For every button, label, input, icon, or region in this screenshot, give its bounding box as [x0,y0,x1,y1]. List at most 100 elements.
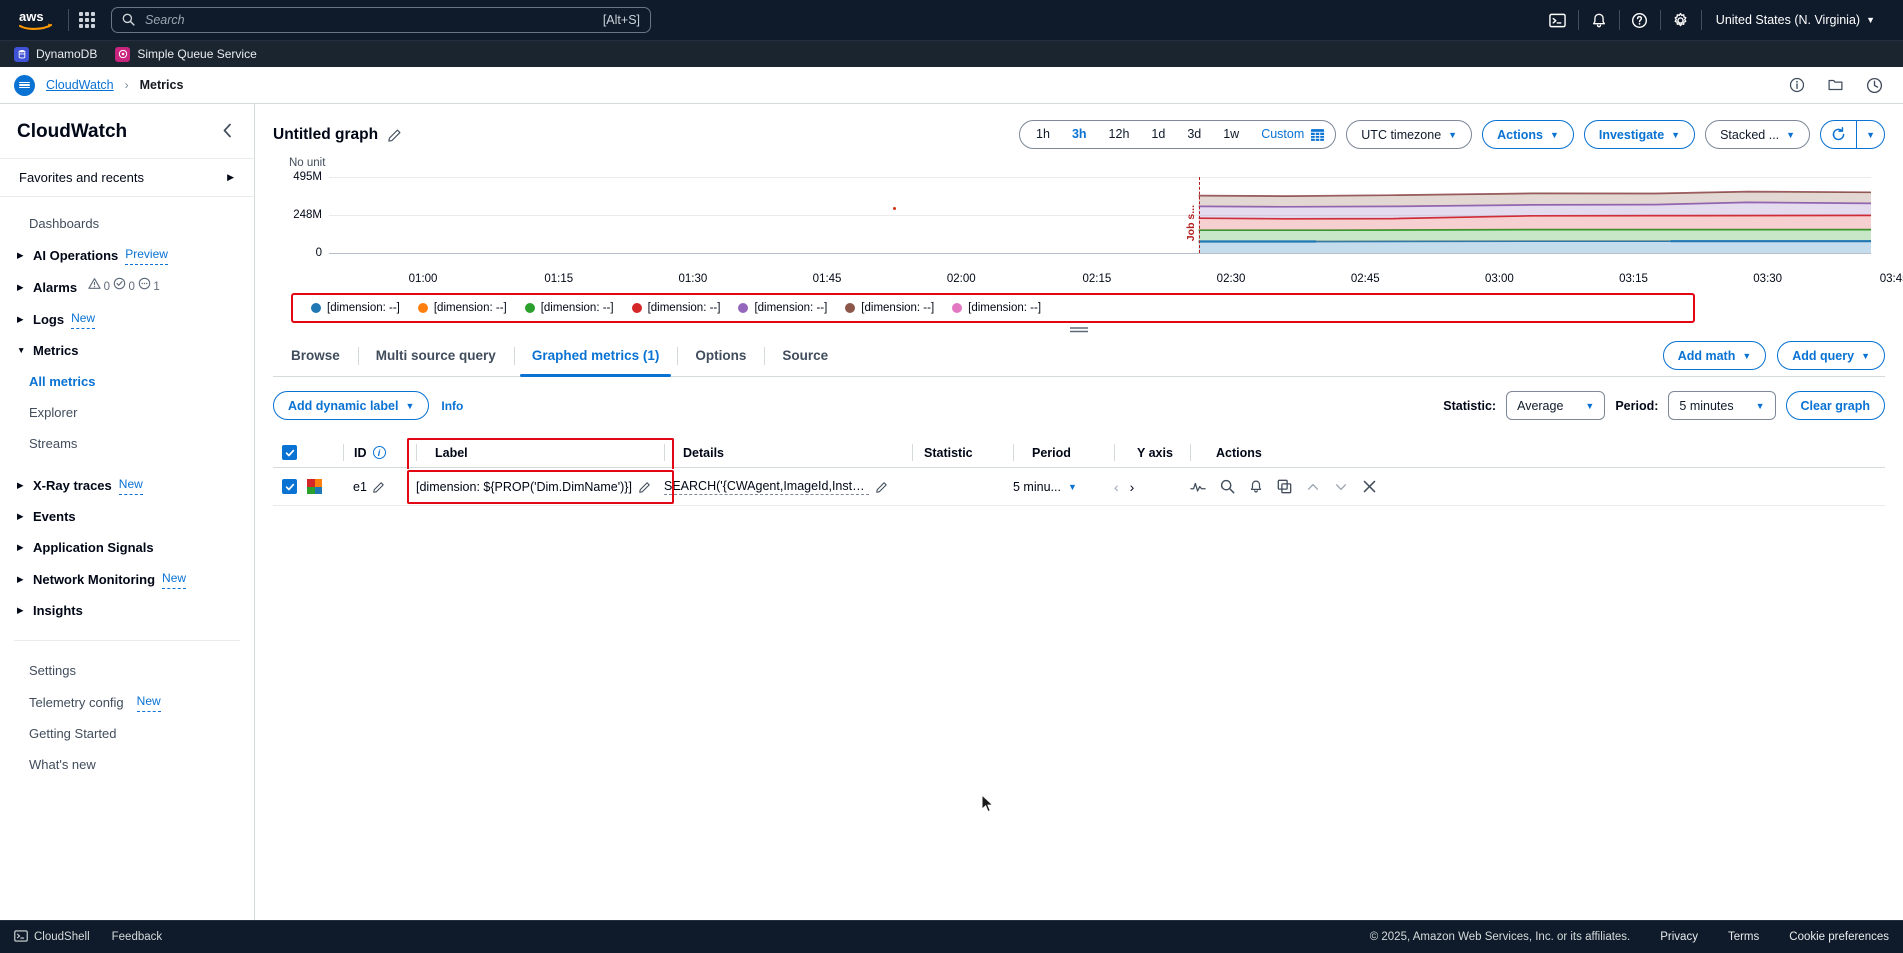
chevron-down-icon[interactable]: ▼ [1068,482,1077,492]
add-math-button[interactable]: Add math ▼ [1663,341,1767,370]
color-swatch[interactable] [307,479,322,494]
sidebar-item-logs[interactable]: ▶ Logs New [0,303,254,335]
time-range-12h[interactable]: 12h [1098,121,1141,148]
legend-item[interactable]: [dimension: --] [516,302,623,314]
chart-type-selector[interactable]: Stacked ... ▼ [1705,120,1810,149]
feedback-link[interactable]: Feedback [112,931,163,943]
duplicate-icon[interactable] [1277,479,1292,494]
tab-multi-source-query[interactable]: Multi source query [358,336,514,376]
info-circle-icon[interactable]: i [373,446,386,459]
legend-item[interactable]: [dimension: --] [836,302,943,314]
question-circle-icon[interactable] [1620,0,1660,40]
service-shortcut-dynamodb[interactable]: DynamoDB [14,47,97,62]
chevron-left-icon[interactable] [217,123,238,141]
terms-link[interactable]: Terms [1728,931,1759,943]
add-dynamic-label-button[interactable]: Add dynamic label ▼ [273,391,429,420]
chevron-down-icon[interactable]: ▼ [1857,130,1884,140]
sidebar-item-streams[interactable]: Streams [0,428,254,459]
sidebar-item-dashboards[interactable]: Dashboards [0,208,254,239]
graph-line-icon[interactable] [1190,480,1206,494]
legend-item[interactable]: [dimension: --] [943,302,1050,314]
tab-graphed-metrics[interactable]: Graphed metrics (1) [514,336,678,376]
add-query-button[interactable]: Add query ▼ [1777,341,1885,370]
gear-icon[interactable] [1661,0,1701,40]
search-input[interactable] [143,12,595,28]
close-x-icon[interactable] [1362,479,1377,494]
metric-details[interactable]: SEARCH('{CWAgent,ImageId,InstanceI... [664,479,869,495]
actions-button[interactable]: Actions ▼ [1482,120,1574,149]
chevron-up-icon[interactable] [1306,480,1320,494]
clear-graph-button[interactable]: Clear graph [1786,391,1885,420]
pencil-icon[interactable] [373,481,385,493]
refresh-icon[interactable] [1821,127,1856,142]
sidebar-item-telemetry-config[interactable]: Telemetry config New [0,686,254,718]
time-range-1d[interactable]: 1d [1140,121,1176,148]
cloudshell-icon[interactable] [1538,0,1578,40]
row-color-cell[interactable] [307,479,343,494]
sidebar-item-xray-traces[interactable]: ▶ X-Ray traces New [0,469,254,501]
sidebar-item-explorer[interactable]: Explorer [0,397,254,428]
pencil-icon[interactable] [876,481,888,493]
sidebar-item-insights[interactable]: ▶ Insights [0,595,254,626]
info-link[interactable]: Info [441,399,463,413]
tab-browse[interactable]: Browse [273,336,358,376]
sidebar-item-all-metrics[interactable]: All metrics [0,366,254,397]
legend-item[interactable]: [dimension: --] [623,302,730,314]
app-grid-icon[interactable] [79,12,95,28]
sidebar-item-label: All metrics [29,372,95,391]
tab-source[interactable]: Source [764,336,846,376]
legend-item[interactable]: [dimension: --] [302,302,409,314]
bell-icon[interactable] [1579,0,1619,40]
time-range-1w[interactable]: 1w [1212,121,1250,148]
sidebar-item-settings[interactable]: Settings [0,655,254,686]
sidebar-item-application-signals[interactable]: ▶ Application Signals [0,532,254,563]
search-shortcut-hint: [Alt+S] [603,13,640,27]
time-range-3h[interactable]: 3h [1061,121,1098,148]
tab-options[interactable]: Options [677,336,764,376]
legend-item[interactable]: [dimension: --] [409,302,516,314]
clock-icon[interactable] [1866,77,1883,94]
search-icon[interactable] [1220,479,1235,494]
sidebar-item-whats-new[interactable]: What's new [0,749,254,780]
cloudshell-button[interactable]: CloudShell [14,929,90,946]
calendar-icon[interactable] [1310,127,1325,142]
sidebar-item-metrics[interactable]: ▼ Metrics [0,335,254,366]
investigate-button[interactable]: Investigate ▼ [1584,120,1695,149]
chevron-down-icon: ▼ [1866,15,1875,25]
region-selector[interactable]: United States (N. Virginia) ▼ [1702,13,1889,27]
time-range-custom[interactable]: Custom [1250,121,1310,148]
breadcrumb-cloudwatch[interactable]: CloudWatch [46,78,114,92]
select-all-checkbox[interactable] [282,445,297,460]
row-period-cell[interactable]: 5 minu... ▼ [1013,480,1114,494]
alarm-bell-icon[interactable] [1249,479,1263,494]
aws-logo[interactable]: aws [14,8,58,32]
privacy-link[interactable]: Privacy [1660,931,1698,943]
period-select[interactable]: 5 minutes ▼ [1668,391,1775,420]
sidebar-item-ai-operations[interactable]: ▶ AI Operations Preview [0,239,254,271]
folder-icon[interactable] [1827,77,1844,93]
hamburger-menu-icon[interactable] [14,75,35,96]
chart-plot-area[interactable]: 495M 248M 0 [329,177,1871,253]
info-circle-icon[interactable] [1789,77,1805,93]
pencil-icon[interactable] [639,481,651,493]
row-checkbox[interactable] [282,479,297,494]
yaxis-right-arrow-icon[interactable]: › [1130,479,1135,495]
pencil-icon[interactable] [388,128,402,142]
time-range-3d[interactable]: 3d [1176,121,1212,148]
global-search-bar[interactable]: [Alt+S] [111,7,651,33]
timezone-selector[interactable]: UTC timezone ▼ [1346,120,1472,149]
panel-resize-handle[interactable] [1069,321,1089,338]
service-shortcut-sqs[interactable]: Simple Queue Service [115,47,256,62]
chevron-down-icon[interactable] [1334,480,1348,494]
sidebar-favorites-and-recents[interactable]: Favorites and recents ▶ [0,159,254,196]
yaxis-left-arrow-icon[interactable]: ‹ [1114,479,1119,495]
sidebar-item-alarms[interactable]: ▶ Alarms 0 0 [0,271,254,303]
legend-item[interactable]: [dimension: --] [729,302,836,314]
cookie-preferences-link[interactable]: Cookie preferences [1789,931,1889,943]
sidebar-item-getting-started[interactable]: Getting Started [0,718,254,749]
time-range-1h[interactable]: 1h [1025,121,1061,148]
refresh-button-group[interactable]: ▼ [1820,120,1885,149]
sidebar-item-events[interactable]: ▶ Events [0,501,254,532]
statistic-select[interactable]: Average ▼ [1506,391,1605,420]
sidebar-item-network-monitoring[interactable]: ▶ Network Monitoring New [0,563,254,595]
